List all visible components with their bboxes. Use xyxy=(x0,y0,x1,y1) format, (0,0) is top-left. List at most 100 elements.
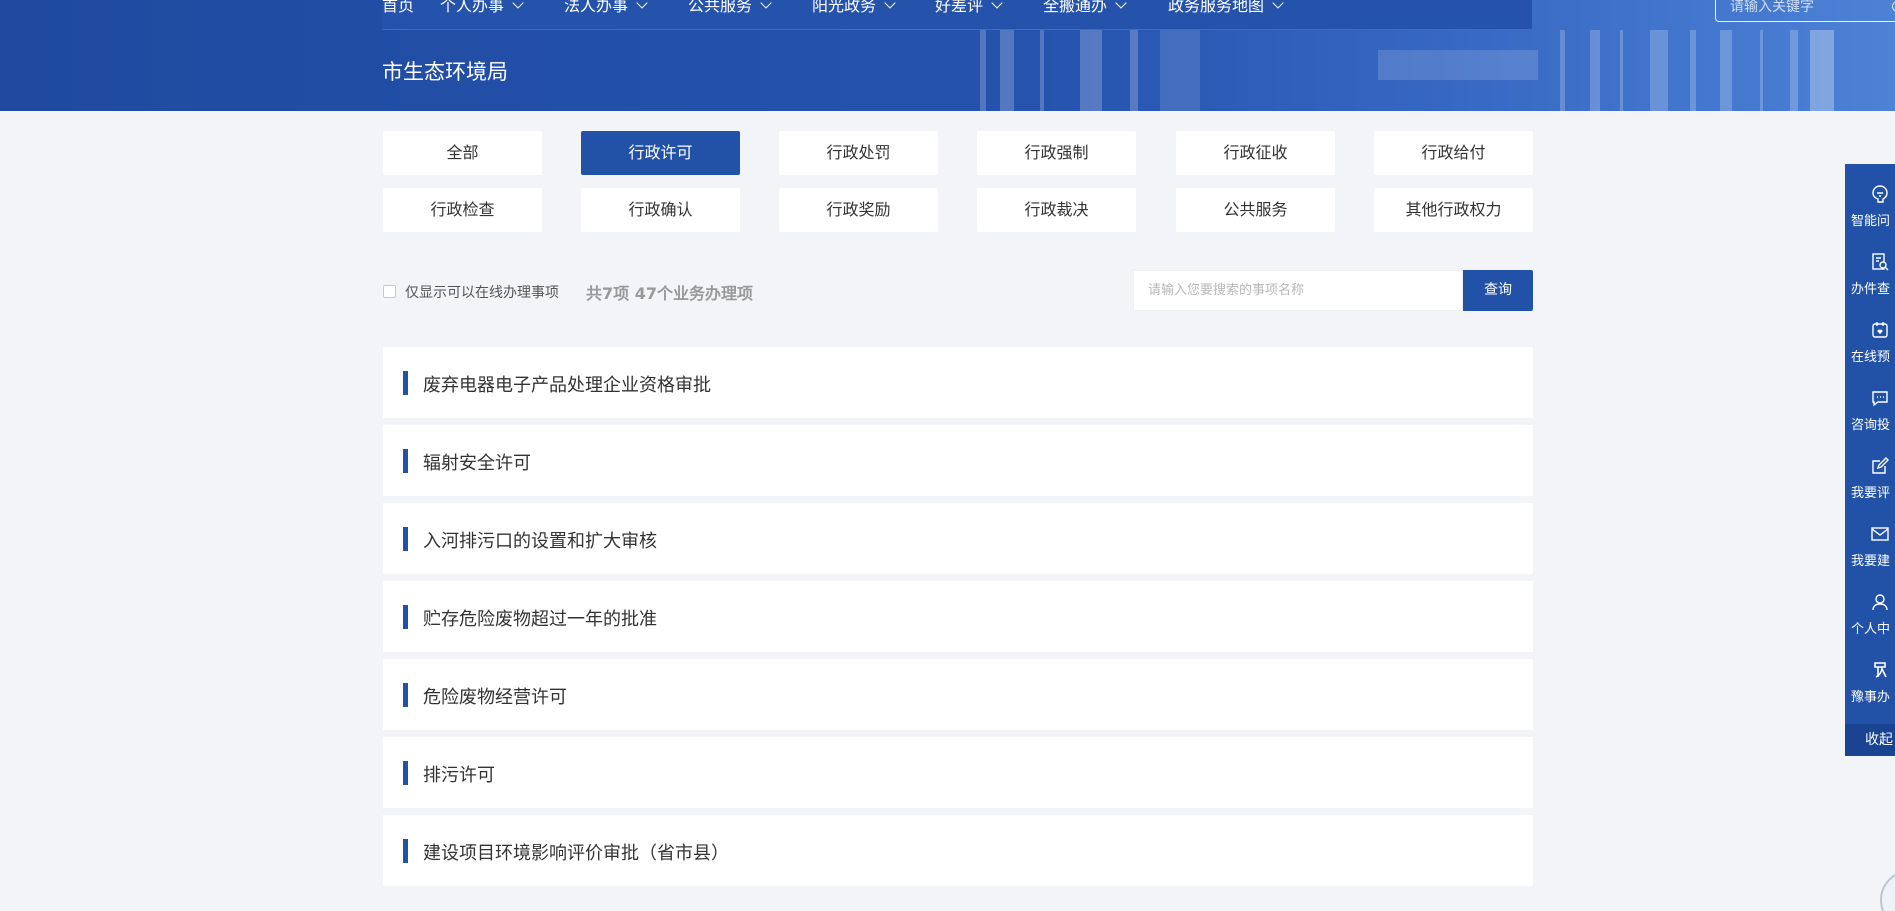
banner-decoration xyxy=(1378,50,1538,80)
item-name: 废弃电器电子产品处理企业资格审批 xyxy=(423,375,711,396)
user-icon xyxy=(1872,594,1888,611)
banner-decoration xyxy=(1080,30,1102,111)
calendar-icon xyxy=(1872,322,1888,338)
sidebar-item-personal-center[interactable]: 个人中 xyxy=(1845,572,1895,640)
search-button[interactable]: 查询 xyxy=(1463,270,1533,311)
banner-decoration xyxy=(1790,30,1798,111)
sidebar-item-label: 我要评 xyxy=(1851,486,1891,501)
sidebar-item-label: 在线预 xyxy=(1851,350,1891,365)
item-search-input[interactable] xyxy=(1134,271,1462,310)
category-tab-admin-enforcement[interactable]: 行政强制 xyxy=(977,131,1136,175)
sidebar-item-label: 咨询投 xyxy=(1851,418,1891,433)
banner-decoration xyxy=(1720,30,1732,111)
banner-decoration xyxy=(1590,30,1600,111)
item-accent-bar xyxy=(403,839,408,863)
item-accent-bar xyxy=(403,605,408,629)
chevron-down-icon xyxy=(1272,0,1284,9)
result-count: 共7项 47个业务办理项 xyxy=(586,284,753,303)
category-tab-admin-payment[interactable]: 行政给付 xyxy=(1374,131,1533,175)
banner-decoration xyxy=(1690,30,1696,111)
nav-search-box xyxy=(1715,0,1895,22)
item-search-box xyxy=(1133,270,1463,311)
category-tab-other-powers[interactable]: 其他行政权力 xyxy=(1374,188,1533,232)
item-accent-bar xyxy=(403,449,408,473)
floating-sidebar: 智能问 办件查 在线预 咨询投 我要评 我要建 个人中 豫事办 收起 xyxy=(1845,164,1895,756)
sidebar-item-suggest[interactable]: 我要建 xyxy=(1845,504,1895,572)
banner-decoration xyxy=(980,30,986,111)
banner-decoration xyxy=(1760,30,1763,111)
sidebar-item-label: 豫事办 xyxy=(1851,690,1891,705)
floating-help-button[interactable] xyxy=(1880,870,1895,911)
item-name: 排污许可 xyxy=(423,765,495,786)
item-name: 危险废物经营许可 xyxy=(423,687,567,708)
page-title: 市生态环境局 xyxy=(382,60,508,84)
category-tab-admin-ruling[interactable]: 行政裁决 xyxy=(977,188,1136,232)
nav-item-public-service[interactable]: 公共服务 xyxy=(688,0,772,16)
category-tab-admin-inspection[interactable]: 行政检查 xyxy=(383,188,542,232)
list-item[interactable]: 建设项目环境影响评价审批（省市县） xyxy=(383,815,1533,886)
item-accent-bar xyxy=(403,683,408,707)
document-search-icon xyxy=(1872,253,1889,271)
category-tab-admin-reward[interactable]: 行政奖励 xyxy=(779,188,938,232)
header-banner: 首页 个人办事 法人办事 公共服务 阳光政务 好差评 全搬通办 政务服务地图 市… xyxy=(0,0,1895,111)
nav-item-label: 好差评 xyxy=(935,0,984,15)
category-tab-admin-confirmation[interactable]: 行政确认 xyxy=(581,188,740,232)
banner-decoration xyxy=(1000,30,1014,111)
app-logo-icon xyxy=(1874,662,1887,678)
sidebar-item-label: 我要建 xyxy=(1851,554,1891,569)
online-only-checkbox[interactable] xyxy=(383,285,396,298)
list-item[interactable]: 废弃电器电子产品处理企业资格审批 xyxy=(383,347,1533,418)
nav-item-label: 法人办事 xyxy=(564,0,629,15)
nav-item-personal[interactable]: 个人办事 xyxy=(440,0,524,16)
banner-decoration xyxy=(1650,30,1668,111)
item-name: 建设项目环境影响评价审批（省市县） xyxy=(423,843,729,864)
list-item[interactable]: 危险废物经营许可 xyxy=(383,659,1533,730)
sidebar-item-online-booking[interactable]: 在线预 xyxy=(1845,300,1895,368)
category-tab-public-service[interactable]: 公共服务 xyxy=(1176,188,1335,232)
robot-icon xyxy=(1872,185,1888,203)
sidebar-item-evaluate[interactable]: 我要评 xyxy=(1845,436,1895,504)
chevron-down-icon xyxy=(760,0,772,9)
top-navigation: 首页 个人办事 法人办事 公共服务 阳光政务 好差评 全搬通办 政务服务地图 xyxy=(382,0,1895,30)
item-accent-bar xyxy=(403,371,408,395)
category-tab-all[interactable]: 全部 xyxy=(383,131,542,175)
sidebar-item-label: 办件查 xyxy=(1851,282,1891,297)
nav-item-cross-region[interactable]: 全搬通办 xyxy=(1043,0,1127,16)
item-name: 贮存危险废物超过一年的批准 xyxy=(423,609,657,630)
chevron-down-icon xyxy=(1115,0,1127,9)
chevron-down-icon xyxy=(884,0,896,9)
nav-item-label: 全搬通办 xyxy=(1043,0,1108,15)
list-item[interactable]: 辐射安全许可 xyxy=(383,425,1533,496)
banner-decoration xyxy=(1560,30,1565,111)
nav-item-label: 首页 xyxy=(382,0,415,15)
list-item[interactable]: 排污许可 xyxy=(383,737,1533,808)
category-tab-admin-levy[interactable]: 行政征收 xyxy=(1176,131,1335,175)
category-tab-admin-license[interactable]: 行政许可 xyxy=(581,131,740,175)
nav-item-open-government[interactable]: 阳光政务 xyxy=(812,0,896,16)
nav-item-label: 政务服务地图 xyxy=(1168,0,1265,15)
nav-item-service-map[interactable]: 政务服务地图 xyxy=(1168,0,1284,16)
list-item[interactable]: 贮存危险废物超过一年的批准 xyxy=(383,581,1533,652)
list-item[interactable]: 入河排污口的设置和扩大审核 xyxy=(383,503,1533,574)
nav-item-label: 个人办事 xyxy=(440,0,505,15)
nav-item-corporate[interactable]: 法人办事 xyxy=(564,0,648,16)
item-accent-bar xyxy=(403,527,408,551)
category-tab-admin-penalty[interactable]: 行政处罚 xyxy=(779,131,938,175)
nav-item-rating[interactable]: 好差评 xyxy=(935,0,1003,16)
sidebar-item-smart-qa[interactable]: 智能问 xyxy=(1845,164,1895,232)
sidebar-item-case-query[interactable]: 办件查 xyxy=(1845,232,1895,300)
chevron-down-icon xyxy=(636,0,648,9)
sidebar-item-consult-complaint[interactable]: 咨询投 xyxy=(1845,368,1895,436)
online-only-label[interactable]: 仅显示可以在线办理事项 xyxy=(405,282,559,302)
banner-decoration xyxy=(1810,30,1834,111)
nav-item-home[interactable]: 首页 xyxy=(382,0,414,16)
sidebar-collapse-button[interactable]: 收起 xyxy=(1845,724,1895,756)
sidebar-item-label: 个人中 xyxy=(1851,622,1891,637)
item-accent-bar xyxy=(403,761,408,785)
mail-icon xyxy=(1871,527,1889,541)
edit-icon xyxy=(1872,457,1889,474)
nav-search-input[interactable] xyxy=(1716,0,1876,21)
banner-decoration xyxy=(1620,30,1623,111)
item-name: 辐射安全许可 xyxy=(423,453,531,474)
sidebar-item-henan-app[interactable]: 豫事办 xyxy=(1845,640,1895,708)
